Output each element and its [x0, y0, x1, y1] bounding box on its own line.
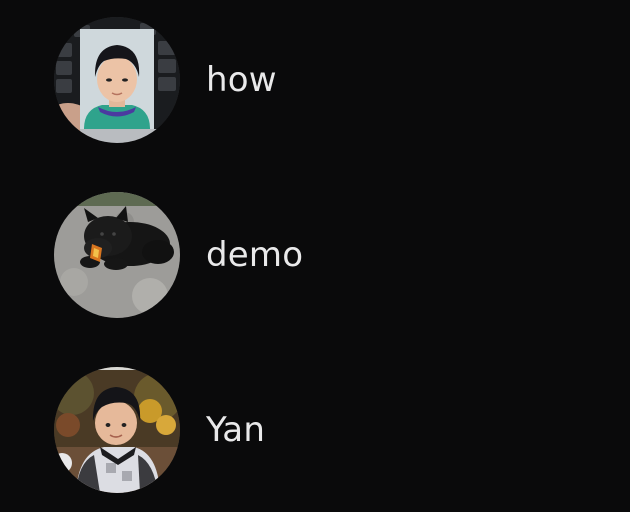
avatar-yan-image [54, 367, 180, 493]
avatar-photo-child-id-portrait [54, 17, 180, 143]
account-name: Yan [206, 410, 266, 450]
avatar-demo-image [54, 192, 180, 318]
avatar-how-image [54, 17, 180, 143]
account-name: how [206, 60, 277, 100]
account-item-yan[interactable]: Yan [54, 367, 614, 493]
account-item-demo[interactable]: demo [54, 192, 614, 318]
account-list: how demo Yan [0, 0, 630, 512]
account-item-how[interactable]: how [54, 17, 614, 143]
avatar-photo-child-outdoors [54, 367, 180, 493]
avatar-photo-black-dog [54, 192, 180, 318]
account-name: demo [206, 235, 304, 275]
